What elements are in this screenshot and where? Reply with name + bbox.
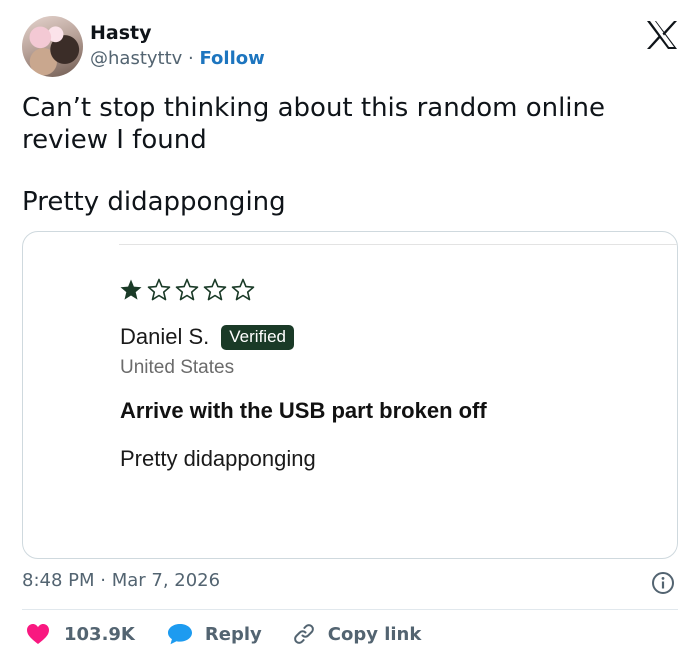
avatar[interactable] (22, 16, 83, 77)
reviewer-location: United States (120, 357, 235, 378)
star-empty-icon (175, 278, 199, 301)
author-handle-row: @hastyttv · Follow (90, 48, 265, 69)
review-screenshot-card[interactable]: Daniel S. Verified United States Arrive … (22, 231, 678, 559)
tweet-text: Can’t stop thinking about this random on… (22, 92, 662, 218)
star-empty-icon (203, 278, 227, 301)
star-rating (119, 278, 255, 302)
copy-link-label: Copy link (327, 623, 422, 645)
action-bar: 103.9K Reply Copy link (26, 622, 421, 646)
link-icon (293, 624, 314, 644)
reply-button[interactable]: Reply (167, 623, 262, 645)
follow-button[interactable]: Follow (199, 48, 264, 69)
heart-icon (27, 624, 49, 644)
star-empty-icon (231, 278, 255, 301)
like-button[interactable]: 103.9K (26, 623, 135, 645)
like-count: 103.9K (64, 623, 135, 645)
handle-separator: · (182, 48, 200, 69)
tweet-text-line: Can’t stop thinking about this random on… (22, 93, 606, 155)
tweet-text-line: Pretty didapponging (22, 187, 286, 217)
author-display-name[interactable]: Hasty (90, 22, 152, 44)
speech-bubble-icon (167, 624, 192, 645)
star-empty-icon (147, 278, 171, 301)
reviewer-name: Daniel S. (120, 324, 210, 349)
actions-divider (22, 609, 678, 610)
star-filled-icon (120, 279, 142, 300)
tweet-timestamp[interactable]: 8:48 PM · Mar 7, 2026 (22, 570, 220, 591)
info-icon[interactable] (651, 571, 675, 595)
reply-label: Reply (204, 623, 262, 645)
tweet-card: Hasty @hastyttv · Follow Can’t stop thin… (0, 0, 700, 663)
x-logo-icon[interactable] (645, 20, 679, 50)
review-body: Pretty didapponging (120, 446, 316, 471)
copy-link-button[interactable]: Copy link (292, 622, 422, 646)
author-handle[interactable]: @hastyttv (90, 48, 182, 69)
reviewer-row: Daniel S. Verified (120, 324, 294, 350)
verified-badge: Verified (221, 324, 294, 350)
review-title: Arrive with the USB part broken off (120, 398, 487, 423)
card-divider (119, 244, 677, 245)
